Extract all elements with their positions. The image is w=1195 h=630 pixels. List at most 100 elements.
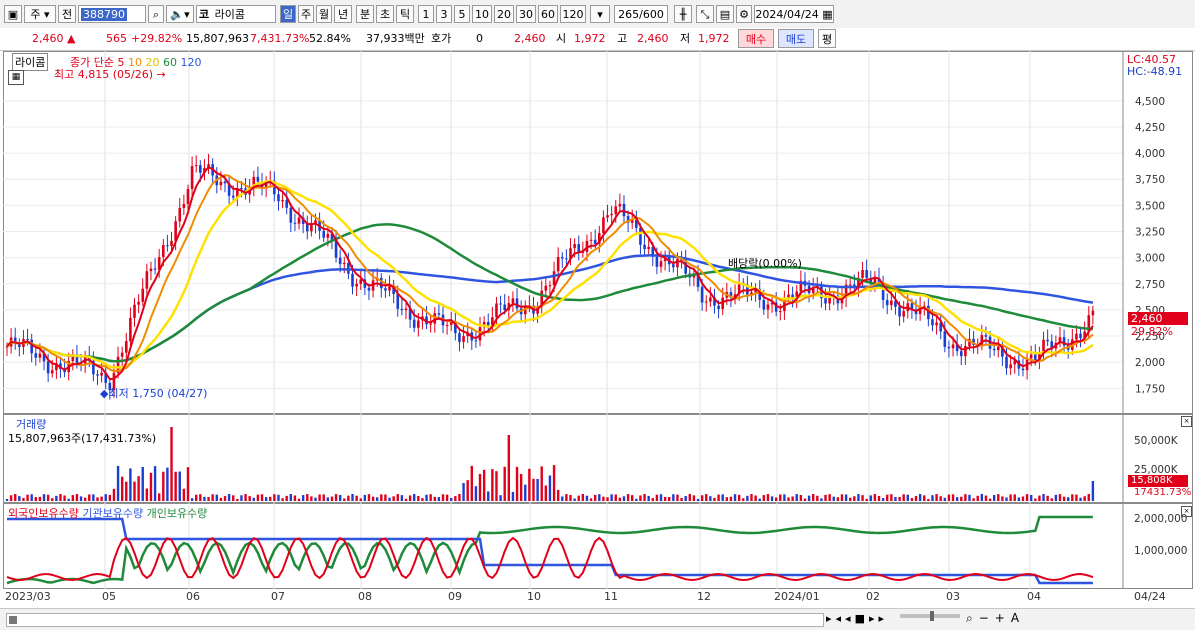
volume-bar (573, 498, 576, 501)
bar-count-field[interactable]: 265/600 (614, 5, 668, 23)
interval-3-button[interactable]: 3 (436, 5, 452, 23)
volume-bar (137, 476, 140, 501)
buy-button[interactable]: 매수 (738, 29, 774, 48)
period-month-button[interactable]: 월 (316, 5, 332, 23)
eval-button[interactable]: 평 (818, 29, 836, 48)
save-icon[interactable]: ▤ (716, 5, 734, 23)
window-icon[interactable]: ▣ (4, 5, 22, 23)
volume-bar (289, 494, 293, 501)
stock-name-field[interactable]: 코 라이콤 (196, 5, 276, 23)
volume-bar (709, 496, 712, 501)
holding-tick-1000000: 1,000,000 (1134, 545, 1188, 557)
period-tick-button[interactable]: 틱 (396, 5, 414, 23)
period-minute-button[interactable]: 분 (356, 5, 374, 23)
volume-bar (244, 494, 247, 501)
volume-bar (351, 494, 354, 501)
candle-body (182, 204, 186, 208)
volume-bar (392, 496, 395, 501)
volume-bar (898, 496, 901, 501)
volume-bar (659, 494, 663, 501)
x-label-10: 10 (527, 590, 541, 603)
volume-bar (914, 496, 918, 501)
code-input[interactable]: 388790 (78, 5, 146, 23)
volume-bar (433, 496, 436, 501)
period-day-button[interactable]: 일 (280, 5, 296, 23)
volume-bar (1042, 494, 1045, 501)
volume-bar (992, 495, 996, 501)
volume-bar (487, 491, 490, 501)
volume-bar (742, 498, 745, 501)
volume-bar (417, 495, 420, 501)
holding-pane-close-icon[interactable]: × (1181, 506, 1192, 517)
interval-30-button[interactable]: 30 (516, 5, 536, 23)
playback-controls[interactable]: ▸◂◂■▸▸ (826, 612, 888, 625)
scroll-track[interactable] (6, 613, 824, 627)
interval-120-button[interactable]: 120 (560, 5, 586, 23)
volume-bar (125, 481, 128, 501)
interval-10-button[interactable]: 10 (472, 5, 492, 23)
search-icon[interactable]: ⌕ (148, 5, 164, 23)
volume-bar (552, 465, 556, 501)
sell-button[interactable]: 매도 (778, 29, 814, 48)
volume-bar (83, 497, 87, 501)
prev-button[interactable]: 전 (58, 5, 76, 23)
date-field[interactable]: 2024/04/24 ▦ (754, 5, 834, 23)
scroll-thumb[interactable] (9, 616, 17, 624)
volume-bar (79, 496, 83, 501)
interval-20-button[interactable]: 20 (494, 5, 514, 23)
volume-bar (22, 497, 25, 501)
interval-5-button[interactable]: 5 (454, 5, 470, 23)
speaker-icon[interactable]: 🔈▾ (166, 5, 194, 23)
volume-bar (108, 494, 112, 501)
volume-bar (120, 476, 124, 501)
volume-bar (1001, 496, 1004, 501)
volume-bar (413, 494, 416, 501)
candle-body (26, 338, 29, 340)
volume-bar (849, 497, 852, 501)
candle-body (951, 344, 955, 349)
candle-body (824, 298, 827, 304)
draw-icon[interactable]: ⤡ (696, 5, 714, 23)
candle-body (606, 215, 609, 218)
price-pane-name-tag[interactable]: 라이콤 (12, 53, 49, 71)
zoom-slider-handle[interactable] (930, 611, 934, 621)
volume-bar (429, 494, 432, 501)
volume-bar (700, 495, 704, 501)
volume-bar (153, 466, 157, 501)
volume-bar (894, 496, 897, 501)
volume-bar (1091, 481, 1095, 501)
volume-bar (1017, 497, 1021, 501)
candle-body (417, 320, 420, 328)
candle-icon[interactable]: ╫ (674, 5, 692, 23)
volume-bar (869, 495, 872, 501)
candle-body (100, 372, 103, 376)
price-tick-4250: 4,250 (1135, 122, 1165, 134)
interval-dropdown[interactable]: ▾ (590, 5, 610, 23)
volume-bar (236, 498, 239, 501)
zoom-slider[interactable] (900, 611, 960, 621)
volume-bar (112, 488, 116, 501)
volume-pane-close-icon[interactable]: × (1181, 416, 1192, 427)
market-select[interactable]: 주 ▾ (24, 5, 56, 23)
volume-bar (881, 498, 885, 501)
candle-body (34, 353, 38, 358)
zoom-controls[interactable]: ⌕−+Α (966, 611, 1025, 626)
volume-bar (766, 494, 770, 501)
volume-bar (63, 495, 66, 501)
volume-bar (277, 494, 280, 501)
volume-bar (593, 494, 597, 501)
volume-bar (190, 498, 194, 501)
gear-icon[interactable]: ⚙ (736, 5, 752, 23)
candle-body (289, 207, 293, 223)
candle-body (231, 195, 235, 198)
period-second-button[interactable]: 초 (376, 5, 394, 23)
candle-body (305, 223, 309, 232)
period-year-button[interactable]: 년 (334, 5, 352, 23)
volume-bar (195, 494, 198, 501)
period-week-button[interactable]: 주 (298, 5, 314, 23)
x-label-08: 08 (358, 590, 372, 603)
table-icon[interactable]: ▦ (8, 70, 24, 85)
interval-60-button[interactable]: 60 (538, 5, 558, 23)
interval-1-button[interactable]: 1 (418, 5, 434, 23)
candle-body (400, 308, 404, 311)
